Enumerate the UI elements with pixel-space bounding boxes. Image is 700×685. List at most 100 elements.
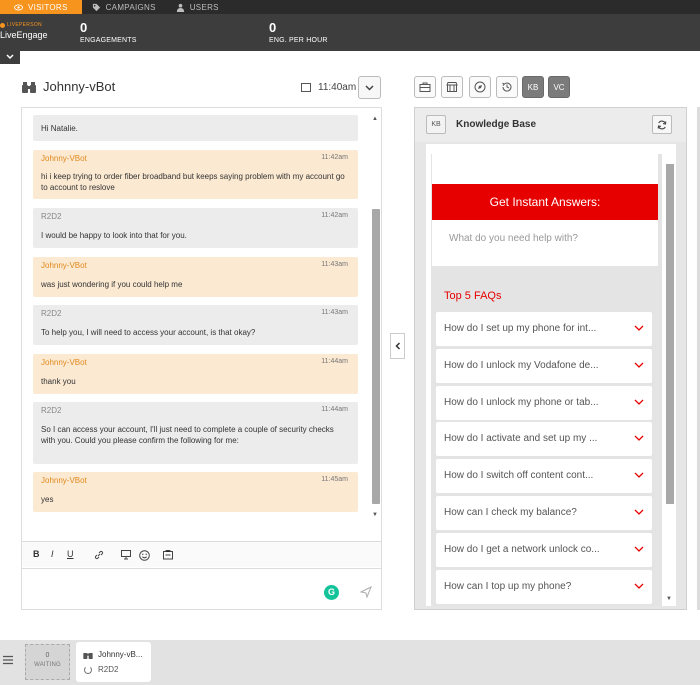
- collapse-stats-button[interactable]: [0, 51, 20, 64]
- chevron-down-icon: [634, 546, 644, 552]
- message-item: Johnny-VBot 11:44am thank you: [33, 354, 358, 394]
- brand-logo: LIVEPERSON LiveEngage: [0, 22, 58, 40]
- message-item: Johnny-VBot 11:43am was just wondering i…: [33, 257, 358, 297]
- knowledge-base-panel: KB Knowledge Base Get Instant Answers: W…: [414, 107, 687, 610]
- waiting-label: WAITING: [34, 662, 61, 668]
- kb-widget: Get Instant Answers: What do you need he…: [431, 154, 662, 606]
- chevron-down-icon: [634, 325, 644, 331]
- tab-users[interactable]: USERS: [166, 0, 229, 14]
- collapse-panel-button[interactable]: [390, 333, 405, 359]
- kb-scrollbar[interactable]: ▼: [665, 154, 675, 606]
- waiting-queue[interactable]: 0 WAITING: [25, 644, 70, 680]
- message-sender: Johnny-VBot: [41, 261, 87, 270]
- user-icon: [176, 3, 184, 12]
- faq-question: How do I activate and set up my ...: [444, 433, 598, 444]
- message-time: 11:45am: [321, 476, 348, 483]
- engagements-label: ENGAGEMENTS: [80, 37, 137, 44]
- grammarly-icon[interactable]: G: [324, 585, 339, 600]
- faq-item[interactable]: How do I activate and set up my ...: [436, 422, 652, 456]
- store-button[interactable]: [441, 76, 463, 98]
- faq-question: How do I set up my phone for int...: [444, 323, 597, 334]
- eng-per-hour-label: ENG. PER HOUR: [269, 37, 328, 44]
- tab-visitors[interactable]: VISITORS: [0, 0, 82, 14]
- chevron-down-icon: [634, 435, 644, 441]
- screen-share-icon[interactable]: [121, 550, 132, 560]
- vc-widget-button[interactable]: VC: [548, 76, 570, 98]
- briefcase-button[interactable]: [414, 76, 436, 98]
- message-scrollbar[interactable]: ▲ ▼: [371, 114, 381, 519]
- chevron-down-icon: [634, 583, 644, 589]
- chevron-down-icon: [634, 399, 644, 405]
- conversation-menu-button[interactable]: [358, 76, 381, 99]
- card-agent: R2D2: [98, 665, 119, 674]
- message-time: 11:43am: [321, 261, 348, 268]
- tag-icon: [92, 3, 100, 11]
- kb-widget-button[interactable]: KB: [522, 76, 544, 98]
- eng-per-hour-value: 0: [269, 20, 277, 35]
- kb-search-input[interactable]: What do you need help with?: [432, 220, 658, 266]
- message-input[interactable]: G: [22, 568, 381, 609]
- message-sender: R2D2: [41, 309, 62, 318]
- bold-button[interactable]: B: [33, 549, 40, 559]
- chat-panel: Hi Natalie. Johnny-VBot 11:42am hi i kee…: [21, 107, 382, 610]
- emoji-icon[interactable]: [139, 550, 150, 561]
- message-item: R2D2 11:43am To help you, I will need to…: [33, 305, 358, 345]
- kb-refresh-button[interactable]: [652, 115, 672, 134]
- compass-icon: [474, 81, 486, 93]
- kb-faq-title: Top 5 FAQs: [444, 290, 502, 302]
- link-icon[interactable]: [94, 550, 104, 560]
- message-sender: R2D2: [41, 406, 62, 415]
- message-text: To help you, I will need to access your …: [41, 328, 256, 337]
- scroll-down-icon[interactable]: ▼: [372, 512, 378, 518]
- send-icon[interactable]: [360, 586, 372, 598]
- message-item: Johnny-VBot 11:45am yes: [33, 472, 358, 512]
- faq-item[interactable]: How do I get a network unlock co...: [436, 533, 652, 567]
- underline-button[interactable]: U: [67, 549, 74, 559]
- engagements-stat: 0 ENGAGEMENTS: [80, 20, 137, 44]
- engagements-value: 0: [80, 20, 88, 35]
- faq-question: How do I get a network unlock co...: [444, 544, 600, 555]
- message-sender: R2D2: [41, 212, 62, 221]
- file-attach-icon[interactable]: [163, 550, 174, 560]
- menu-icon[interactable]: [3, 655, 13, 665]
- faq-item[interactable]: How do I set up my phone for int...: [436, 312, 652, 346]
- chevron-down-icon: [365, 84, 374, 91]
- eng-per-hour-stat: 0 ENG. PER HOUR: [269, 20, 328, 44]
- history-button[interactable]: [496, 76, 518, 98]
- message-text: yes: [41, 495, 54, 504]
- kb-content-frame: Get Instant Answers: What do you need he…: [426, 144, 676, 606]
- faq-item[interactable]: How do I unlock my Vodafone de...: [436, 349, 652, 383]
- history-icon: [502, 82, 512, 92]
- message-text: was just wondering if you could help me: [41, 280, 183, 289]
- kb-header: KB Knowledge Base: [415, 108, 686, 142]
- bottom-bar: 0 WAITING Johnny-vB... R2D2: [0, 640, 700, 685]
- tab-campaigns[interactable]: CAMPAIGNS: [82, 0, 166, 14]
- message-sender: Johnny-VBot: [41, 154, 87, 163]
- faq-question: How do I unlock my phone or tab...: [444, 397, 599, 408]
- scroll-up-icon[interactable]: ▲: [372, 116, 378, 122]
- compass-button[interactable]: [469, 76, 491, 98]
- faq-item[interactable]: How do I switch off content cont...: [436, 459, 652, 493]
- message-item: Hi Natalie.: [33, 115, 358, 141]
- scroll-down-icon[interactable]: ▼: [666, 596, 672, 602]
- conversation-header: Johnny-vBot 11:40am: [20, 76, 382, 100]
- refresh-icon: [657, 120, 667, 129]
- message-text: So I can access your account, I'll just …: [41, 425, 334, 445]
- scrollbar-thumb[interactable]: [372, 209, 380, 504]
- italic-button[interactable]: I: [51, 549, 54, 559]
- chevron-down-icon: [634, 509, 644, 515]
- message-text: thank you: [41, 377, 76, 386]
- faq-item[interactable]: How can I check my balance?: [436, 496, 652, 530]
- message-sender: Johnny-VBot: [41, 358, 87, 367]
- conversation-card[interactable]: Johnny-vB... R2D2: [76, 642, 151, 682]
- message-sender: Johnny-VBot: [41, 476, 87, 485]
- format-toolbar: B I U: [22, 541, 381, 567]
- message-time: 11:42am: [321, 154, 348, 161]
- faq-item[interactable]: How can I top up my phone?: [436, 570, 652, 604]
- message-text: Hi Natalie.: [41, 124, 78, 133]
- clock-box-icon: [301, 83, 311, 92]
- faq-item[interactable]: How do I unlock my phone or tab...: [436, 386, 652, 420]
- tab-campaigns-label: CAMPAIGNS: [105, 2, 156, 12]
- tab-visitors-label: VISITORS: [28, 2, 68, 12]
- kb-scrollbar-thumb[interactable]: [666, 164, 674, 504]
